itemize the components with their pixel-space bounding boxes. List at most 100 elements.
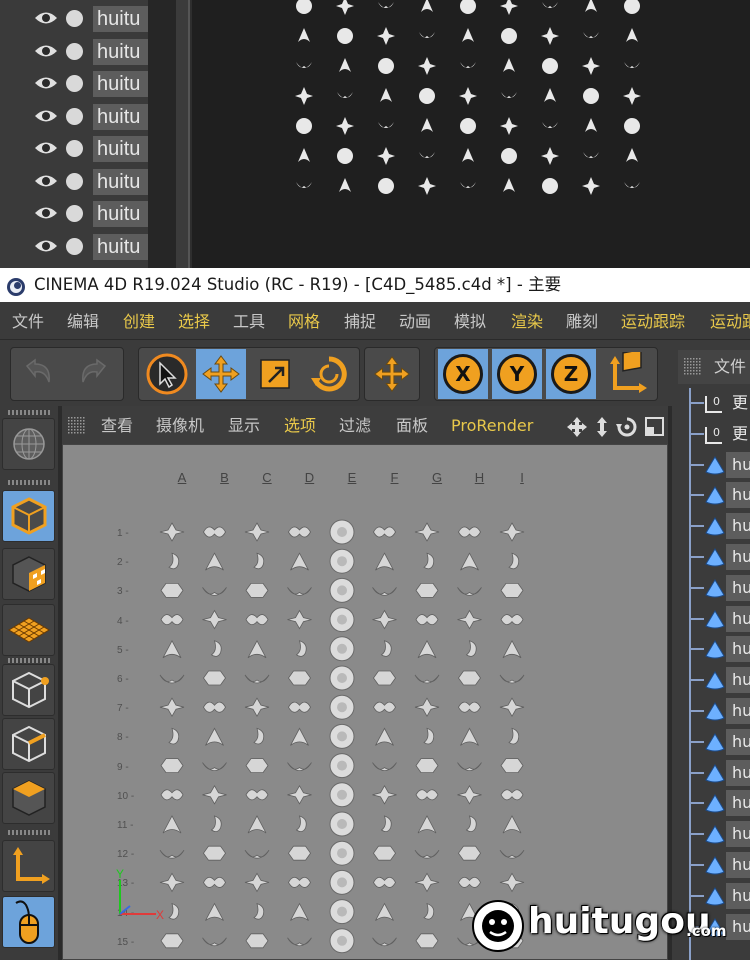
menu-item[interactable]: 选择 [178,311,210,333]
render-dot-icon[interactable] [66,237,83,255]
top-viewport[interactable] [192,0,750,268]
select-tool-button[interactable] [142,349,192,399]
object-manager-row[interactable]: hu [690,542,750,572]
object-manager-row[interactable]: hu [690,511,750,541]
polygons-mode-button[interactable] [2,772,55,824]
object-manager-row[interactable]: hu [690,604,750,634]
ornament-thumbnail [337,92,353,98]
top-object-row[interactable]: huitu [0,198,148,229]
eye-visibility-icon[interactable] [34,172,58,190]
render-dot-icon[interactable] [66,10,83,27]
render-dot-icon[interactable] [66,172,83,190]
palette-grip[interactable] [8,658,50,663]
eye-visibility-icon[interactable] [34,42,58,60]
top-object-row[interactable]: huitu [0,166,148,197]
cursor-select-icon [146,353,188,395]
eye-visibility-icon[interactable] [34,237,58,255]
object-manager-row[interactable]: hu [690,665,750,695]
points-mode-button[interactable] [2,664,55,716]
object-manager-row[interactable]: hu [690,634,750,664]
top-object-row[interactable]: huitu [0,101,148,132]
coordinate-system-button[interactable] [602,349,652,399]
object-manager-row[interactable]: 0更 [690,419,750,449]
viewport-grip-icon[interactable] [68,417,86,435]
ornament [210,640,222,657]
model-mode-button[interactable] [2,490,55,542]
menu-item[interactable]: 渲染 [511,311,543,333]
zoom-viewport-icon[interactable] [592,416,612,438]
menu-item[interactable]: 创建 [123,311,155,333]
render-dot-icon[interactable] [66,42,83,60]
viewport-menu-item[interactable]: 面板 [396,416,428,436]
maximize-viewport-icon[interactable] [644,416,666,438]
axis-lock-y-button[interactable]: Y [492,349,542,399]
rotate-tool-button[interactable] [304,349,354,399]
redo-button[interactable] [68,349,118,399]
eye-visibility-icon[interactable] [34,204,58,222]
top-object-row[interactable]: huitu [0,3,148,34]
eye-visibility-icon[interactable] [34,139,58,157]
viewport-menu-item[interactable]: ProRender [451,416,533,436]
scale-tool-button[interactable] [250,349,300,399]
rotate-viewport-icon[interactable] [616,416,638,438]
menu-item[interactable]: 文件 [12,311,44,333]
object-manager-row[interactable]: hu [690,788,750,818]
tweak-mode-button[interactable] [2,896,55,948]
menu-item[interactable]: 模拟 [454,311,486,333]
ornament-thumbnail [378,122,394,128]
object-manager-row[interactable]: hu [690,819,750,849]
eye-visibility-icon[interactable] [34,74,58,92]
viewport-mode-button[interactable] [2,418,55,470]
object-manager-row[interactable]: hu [690,480,750,510]
hierarchy-branch [690,525,704,528]
menu-item[interactable]: 网格 [288,311,320,333]
viewport-menu-item[interactable]: 选项 [284,416,316,436]
eye-visibility-icon[interactable] [34,107,58,125]
object-manager-row[interactable]: 0更 [690,388,750,418]
menu-item[interactable]: 运动跟 [710,311,750,333]
object-manager-row[interactable]: hu [690,573,750,603]
render-dot-icon[interactable] [66,107,83,125]
render-dot-icon[interactable] [66,205,83,222]
palette-grip[interactable] [8,480,50,485]
menu-item[interactable]: 编辑 [67,311,99,333]
menu-item[interactable]: 动画 [399,311,431,333]
top-object-row[interactable]: huitu [0,231,148,262]
ornament-thumbnail [419,32,435,38]
edges-mode-button[interactable] [2,718,55,770]
object-manager-row[interactable]: hu [690,758,750,788]
object-manager-row[interactable]: hu [690,850,750,880]
viewport-menu-item[interactable]: 过滤 [339,416,371,436]
viewport-menu-item[interactable]: 摄像机 [156,416,204,436]
object-manager-row[interactable]: hu [690,450,750,480]
viewport-menu-item[interactable]: 查看 [101,416,133,436]
axis-lock-z-button[interactable]: Z [546,349,596,399]
move-tool-button[interactable] [196,349,246,399]
panel-grip-icon[interactable] [684,358,702,376]
render-dot-icon[interactable] [66,140,83,157]
menu-item[interactable]: 雕刻 [566,311,598,333]
axis-mode-button[interactable] [2,840,55,892]
top-object-row[interactable]: huitu [0,133,148,164]
object-manager-row[interactable]: hu [690,727,750,757]
object-manager-row[interactable]: hu [690,696,750,726]
eye-visibility-icon[interactable] [34,9,58,27]
menu-item[interactable]: 捕捉 [344,311,376,333]
top-scrollbar[interactable] [176,0,190,268]
top-object-row[interactable]: huitu [0,68,148,99]
recent-tool-button[interactable] [367,349,417,399]
menu-item[interactable]: 工具 [233,311,265,333]
workplane-mode-button[interactable] [2,604,55,656]
texture-mode-button[interactable] [2,548,55,600]
ornament [160,582,184,598]
palette-grip[interactable] [8,410,50,415]
axis-lock-x-button[interactable]: X [438,349,488,399]
undo-button[interactable] [14,349,64,399]
palette-grip[interactable] [8,830,50,835]
render-dot-icon[interactable] [66,75,83,92]
pan-viewport-icon[interactable] [566,416,588,438]
menu-item[interactable]: 运动跟踪 [621,311,685,333]
top-object-row[interactable]: huitu [0,36,148,67]
viewport-menu-item[interactable]: 显示 [228,416,260,436]
object-manager-file-menu[interactable]: 文件 [714,356,746,378]
